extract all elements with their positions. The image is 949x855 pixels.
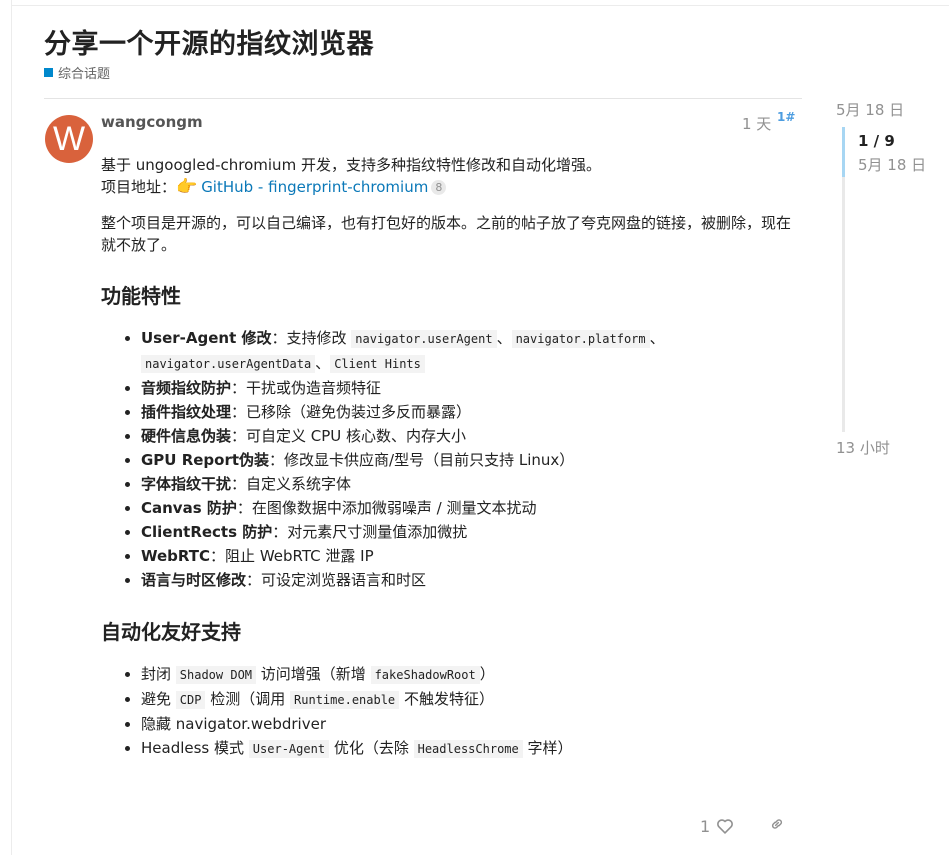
feature-title: ClientRects 防护	[141, 523, 273, 541]
edit-pencil-icon: #	[785, 110, 796, 124]
top-border	[11, 5, 949, 6]
item-text: 封闭	[141, 665, 176, 683]
feature-title: GPU Report伪装	[141, 451, 270, 469]
link-click-count: 8	[431, 180, 447, 195]
feature-text: ：支持修改	[271, 329, 352, 347]
feature-text: ：可设定浏览器语言和时区	[246, 571, 427, 589]
item-text: 访问增强（新增	[256, 665, 371, 683]
feature-text: ：阻止 WebRTC 泄露 IP	[210, 547, 374, 565]
like-button[interactable]: 1	[700, 817, 734, 836]
separator: 、	[315, 354, 331, 372]
feature-title: Canvas 防护	[141, 499, 237, 517]
inline-code: User-Agent	[248, 740, 330, 758]
avatar[interactable]: W	[45, 115, 93, 163]
inline-code: navigator.userAgentData	[141, 355, 316, 373]
list-item: User-Agent 修改：支持修改 navigator.userAgent、n…	[141, 326, 791, 376]
like-count: 1	[700, 816, 711, 836]
list-item: Canvas 防护：在图像数据中添加微弱噪声 / 测量文本扰动	[141, 496, 791, 520]
timeline-handle[interactable]	[842, 127, 845, 177]
separator: 、	[649, 329, 665, 347]
item-text: 字样）	[522, 739, 573, 757]
feature-text: ：自定义系统字体	[231, 475, 352, 493]
list-item: 语言与时区修改：可设定浏览器语言和时区	[141, 568, 791, 592]
feature-title: 插件指纹处理	[141, 403, 232, 421]
feature-title: 音频指纹防护	[141, 379, 232, 397]
header-divider	[44, 98, 802, 99]
list-item: WebRTC：阻止 WebRTC 泄露 IP	[141, 544, 791, 568]
project-label: 项目地址：	[101, 178, 177, 196]
list-item: 硬件信息伪装：可自定义 CPU 核心数、内存大小	[141, 424, 791, 448]
link-icon	[772, 819, 783, 829]
inline-code: fakeShadowRoot	[370, 666, 480, 684]
post-date[interactable]: 1 天	[742, 113, 771, 134]
list-item: GPU Report伪装：修改显卡供应商/型号（目前只支持 Linux）	[141, 448, 791, 472]
automation-list: 封闭 Shadow DOM 访问增强（新增 fakeShadowRoot） 避免…	[101, 662, 791, 761]
list-item: 封闭 Shadow DOM 访问增强（新增 fakeShadowRoot）	[141, 662, 791, 687]
timeline-current-date: 5月 18 日	[858, 156, 927, 174]
item-text: Headless 模式	[141, 739, 249, 757]
feature-title: 字体指纹干扰	[141, 475, 232, 493]
category-label: 综合话题	[58, 67, 111, 82]
list-item: 插件指纹处理：已移除（避免伪装过多反而暴露）	[141, 400, 791, 424]
description-text: 整个项目是开源的，可以自己编译，也有打包好的版本。之前的帖子放了夸克网盘的链接，…	[101, 214, 792, 254]
inline-code: HeadlessChrome	[413, 740, 523, 758]
share-link-button[interactable]	[768, 816, 786, 836]
feature-text: ：对元素尺寸测量值添加微扰	[272, 523, 468, 541]
edit-history-badge[interactable]: 1#	[777, 110, 795, 124]
intro-text: 基于 ungoogled-chromium 开发，支持多种指纹特性修改和自动化增…	[101, 156, 601, 174]
list-item: 音频指纹防护：干扰或伪造音频特征	[141, 376, 791, 400]
timeline-progress: 1 / 9	[858, 132, 895, 150]
features-heading: 功能特性	[101, 284, 181, 308]
post-content: 基于 ungoogled-chromium 开发，支持多种指纹特性修改和自动化增…	[101, 154, 791, 761]
inline-code: navigator.userAgent	[351, 330, 497, 348]
category-color-swatch	[44, 68, 53, 77]
item-text: 隐藏 navigator.webdriver	[141, 715, 326, 733]
feature-title: WebRTC	[141, 547, 211, 565]
inline-code: Runtime.enable	[290, 691, 400, 709]
left-border	[11, 0, 12, 855]
automation-heading: 自动化友好支持	[101, 620, 241, 644]
item-text: 避免	[141, 690, 176, 708]
inline-code: CDP	[175, 691, 206, 709]
topic-title[interactable]: 分享一个开源的指纹浏览器	[44, 26, 374, 64]
heart-icon	[717, 819, 734, 834]
item-text: ）	[479, 665, 495, 683]
project-link[interactable]: GitHub - fingerprint-chromium	[201, 178, 428, 196]
inline-code: navigator.platform	[511, 330, 650, 348]
item-text: 检测（调用	[205, 690, 291, 708]
inline-code: Client Hints	[330, 355, 425, 373]
inline-code: Shadow DOM	[175, 666, 257, 684]
post-username[interactable]: wangcongm	[101, 113, 203, 131]
pointing-hand-icon: 👉	[176, 177, 198, 197]
list-item: 避免 CDP 检测（调用 Runtime.enable 不触发特征）	[141, 687, 791, 712]
feature-text: ：可自定义 CPU 核心数、内存大小	[231, 427, 467, 445]
feature-title: 语言与时区修改	[141, 571, 247, 589]
feature-title: User-Agent 修改	[141, 329, 272, 347]
timeline-end-date[interactable]: 13 小时	[836, 437, 890, 458]
feature-text: ：修改显卡供应商/型号（目前只支持 Linux）	[269, 451, 575, 469]
post-actions: 1	[700, 816, 786, 836]
category-badge[interactable]: 综合话题	[44, 63, 110, 82]
feature-text: ：已移除（避免伪装过多反而暴露）	[231, 403, 472, 421]
item-text: 不触发特征）	[399, 690, 494, 708]
features-list: User-Agent 修改：支持修改 navigator.userAgent、n…	[101, 326, 791, 592]
feature-title: 硬件信息伪装	[141, 427, 232, 445]
feature-text: ：干扰或伪造音频特征	[231, 379, 382, 397]
feature-text: ：在图像数据中添加微弱噪声 / 测量文本扰动	[236, 499, 537, 517]
list-item: ClientRects 防护：对元素尺寸测量值添加微扰	[141, 520, 791, 544]
project-line: 项目地址：👉 GitHub - fingerprint-chromium 8	[101, 176, 791, 198]
list-item: 隐藏 navigator.webdriver	[141, 712, 791, 736]
list-item: Headless 模式 User-Agent 优化（去除 HeadlessChr…	[141, 736, 791, 761]
item-text: 优化（去除	[329, 739, 414, 757]
separator: 、	[496, 329, 512, 347]
list-item: 字体指纹干扰：自定义系统字体	[141, 472, 791, 496]
timeline-start-date[interactable]: 5月 18 日	[836, 99, 904, 120]
